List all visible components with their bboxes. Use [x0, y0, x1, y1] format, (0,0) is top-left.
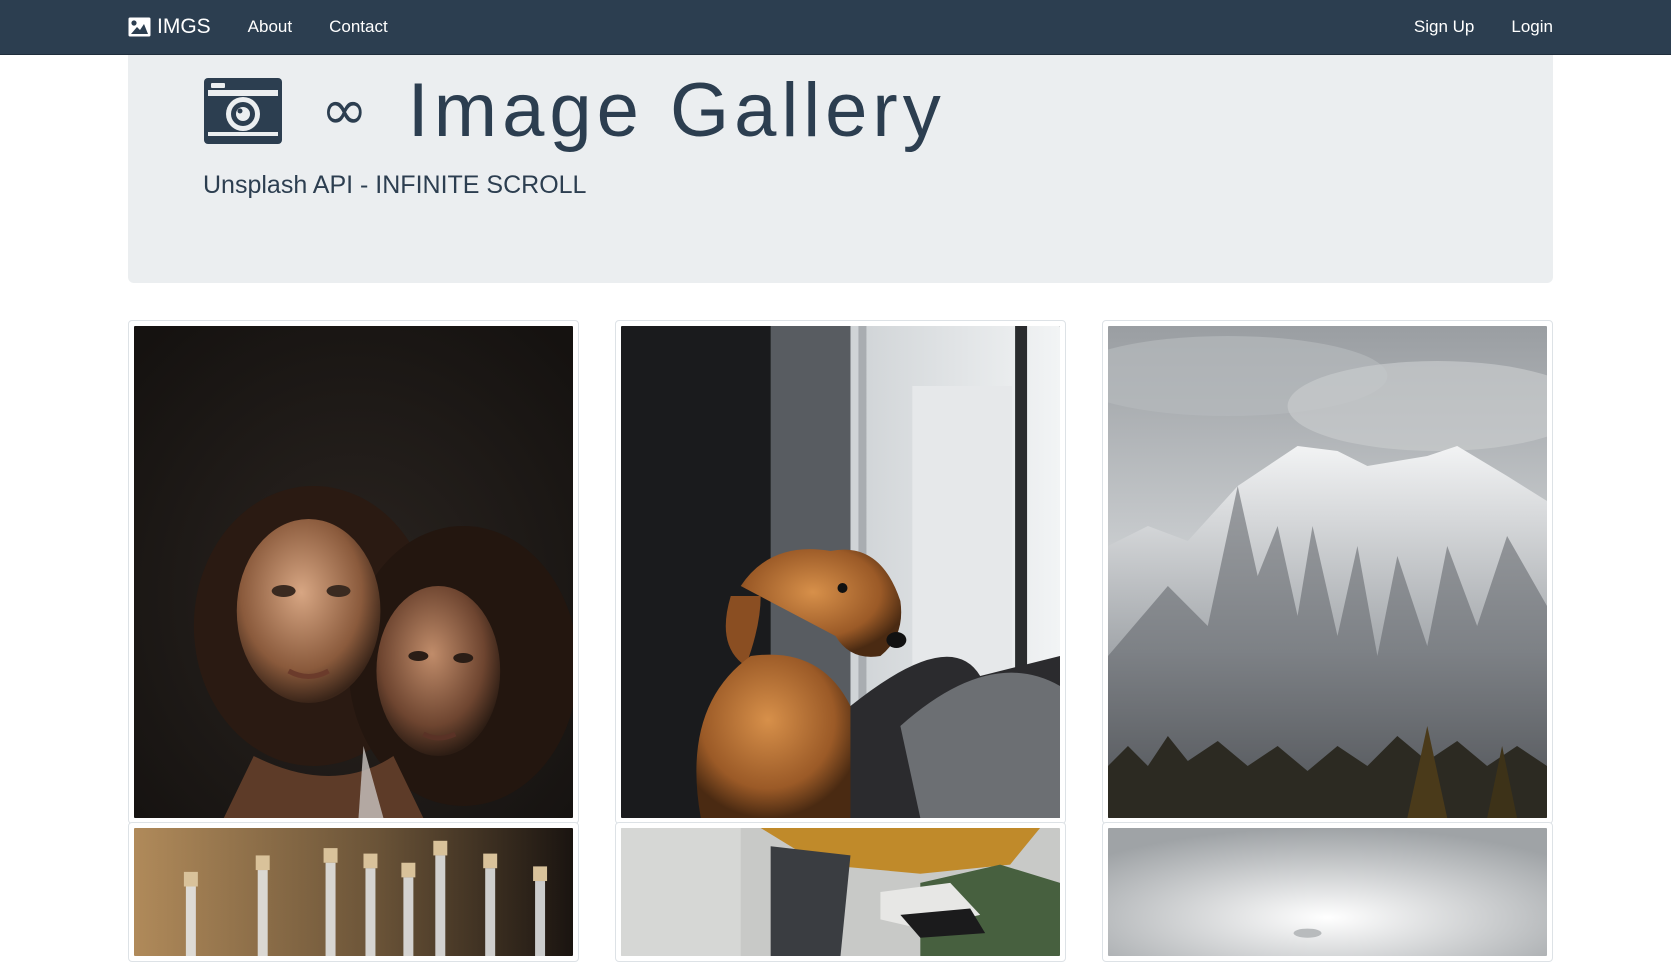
nav-link-login[interactable]: Login [1511, 17, 1553, 37]
navbar: IMGS About Contact Sign Up Login [0, 0, 1671, 55]
title-text: Image Gallery [407, 68, 946, 153]
gallery-card[interactable] [1102, 320, 1553, 824]
photo-foggy-white [1108, 828, 1547, 956]
brand-label: IMGS [157, 15, 211, 38]
camera-icon [203, 76, 283, 146]
gallery-card[interactable] [1102, 822, 1553, 962]
page-subtitle: Unsplash API - INFINITE SCROLL [203, 171, 587, 199]
photo-two-women-portrait [134, 326, 573, 818]
nav-link-contact[interactable]: Contact [329, 17, 388, 37]
infinity-icon: ∞ [321, 78, 368, 143]
gallery-card[interactable] [128, 320, 579, 824]
image-gallery [128, 320, 1553, 962]
page-title: ∞ Image Gallery [203, 73, 946, 149]
nav-link-about[interactable]: About [248, 17, 292, 37]
photo-glass-bottles [134, 828, 573, 956]
photo-snowy-mountain [1108, 326, 1547, 818]
photo-sneakers-jacket [621, 828, 1060, 956]
navbar-inner: IMGS About Contact Sign Up Login [128, 0, 1553, 54]
nav-right: Sign Up Login [1414, 17, 1553, 37]
jumbotron: ∞ Image Gallery Unsplash API - INFINITE … [128, 55, 1553, 283]
gallery-card[interactable] [615, 822, 1066, 962]
photo-golden-retriever-window [621, 326, 1060, 818]
nav-link-signup[interactable]: Sign Up [1414, 17, 1474, 37]
gallery-card[interactable] [615, 320, 1066, 824]
gallery-card[interactable] [128, 822, 579, 962]
brand-link[interactable]: IMGS [128, 15, 211, 39]
image-icon [128, 17, 151, 37]
